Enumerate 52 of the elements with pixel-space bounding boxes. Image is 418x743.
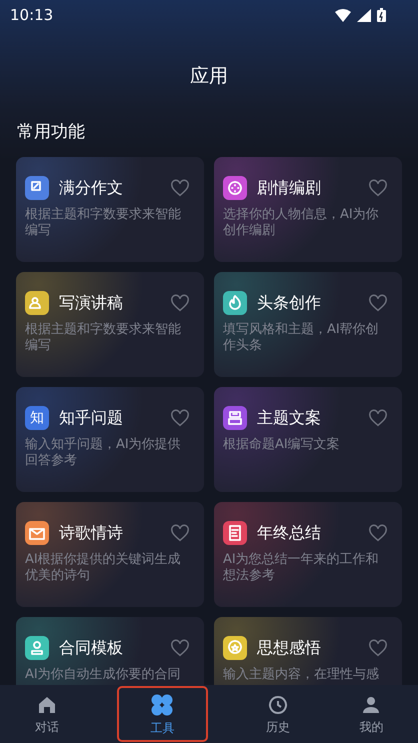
card-title: 剧情编剧 <box>257 178 322 198</box>
card-description: 输入知乎问题，AI为你提供回答参考 <box>25 437 182 469</box>
tool-card[interactable]: 知 知乎问题 输入知乎问题，AI为你提供回答参考 <box>16 387 204 492</box>
clover-icon <box>149 692 176 718</box>
card-title: 主题文案 <box>257 408 322 428</box>
heart-icon[interactable] <box>170 294 190 312</box>
tool-card[interactable]: 年终总结 AI为您总结一年来的工作和想法参考 <box>214 502 402 607</box>
tool-card[interactable]: 头条创作 填写风格和主题，AI帮你创作头条 <box>214 272 402 377</box>
heart-icon[interactable] <box>368 179 388 197</box>
card-title: 思想感悟 <box>257 638 322 658</box>
tool-card[interactable]: 写演讲稿 根据主题和字数要求来智能编写 <box>16 272 204 377</box>
heart-icon[interactable] <box>368 294 388 312</box>
page-title: 应用 <box>189 64 229 89</box>
signal-icon <box>357 8 371 22</box>
card-description: AI为您总结一年来的工作和想法参考 <box>223 552 380 584</box>
status-time: 10:13 <box>10 6 54 24</box>
card-title: 知乎问题 <box>59 408 124 428</box>
tool-card[interactable]: 思想感悟 输入主题内容，在理性与感 <box>214 617 402 685</box>
tool-card[interactable]: 主题文案 根据命题AI编写文案 <box>214 387 402 492</box>
heart-icon[interactable] <box>170 524 190 542</box>
tool-card[interactable]: 合同模板 AI为你自动生成你要的合同 <box>16 617 204 685</box>
nav-tab[interactable]: 历史 <box>231 685 324 743</box>
tool-card[interactable]: 剧情编剧 选择你的人物信息，AI为你创作编剧 <box>214 157 402 262</box>
card-title: 年终总结 <box>257 522 322 544</box>
card-description: 根据主题和字数要求来智能编写 <box>25 207 182 239</box>
heart-icon[interactable] <box>170 409 190 427</box>
card-description: 填写风格和主题，AI帮你创作头条 <box>223 322 380 354</box>
nav-tab[interactable]: 工具 <box>116 685 209 743</box>
card-title: 满分作文 <box>59 178 124 198</box>
card-description: 选择你的人物信息，AI为你创作编剧 <box>223 207 380 239</box>
card-description: 输入主题内容，在理性与感 <box>223 667 380 683</box>
card-title: 头条创作 <box>257 292 322 314</box>
tool-card[interactable]: 满分作文 根据主题和字数要求来智能编写 <box>16 157 204 262</box>
nav-tab[interactable]: 对话 <box>0 685 94 743</box>
card-title: 写演讲稿 <box>59 292 124 314</box>
heart-icon[interactable] <box>170 179 190 197</box>
heart-icon[interactable] <box>368 524 388 542</box>
nav-tab[interactable]: 我的 <box>324 685 418 743</box>
battery-icon <box>377 8 386 22</box>
card-description: 根据主题和字数要求来智能编写 <box>25 322 182 354</box>
tool-card[interactable]: 诗歌情诗 AI根据你提供的关键词生成优美的诗句 <box>16 502 204 607</box>
card-description: 根据命题AI编写文案 <box>223 437 341 453</box>
heart-icon[interactable] <box>368 639 388 657</box>
heart-icon[interactable] <box>368 409 388 427</box>
heart-icon[interactable] <box>170 639 190 657</box>
card-description: AI为你自动生成你要的合同 <box>25 667 182 683</box>
section-title: 常用功能 <box>17 121 86 143</box>
card-description: AI根据你提供的关键词生成优美的诗句 <box>25 552 182 584</box>
card-title: 诗歌情诗 <box>59 522 124 544</box>
wifi-icon <box>335 8 351 22</box>
app-icon: 知 <box>25 406 49 430</box>
card-title: 合同模板 <box>59 638 124 658</box>
